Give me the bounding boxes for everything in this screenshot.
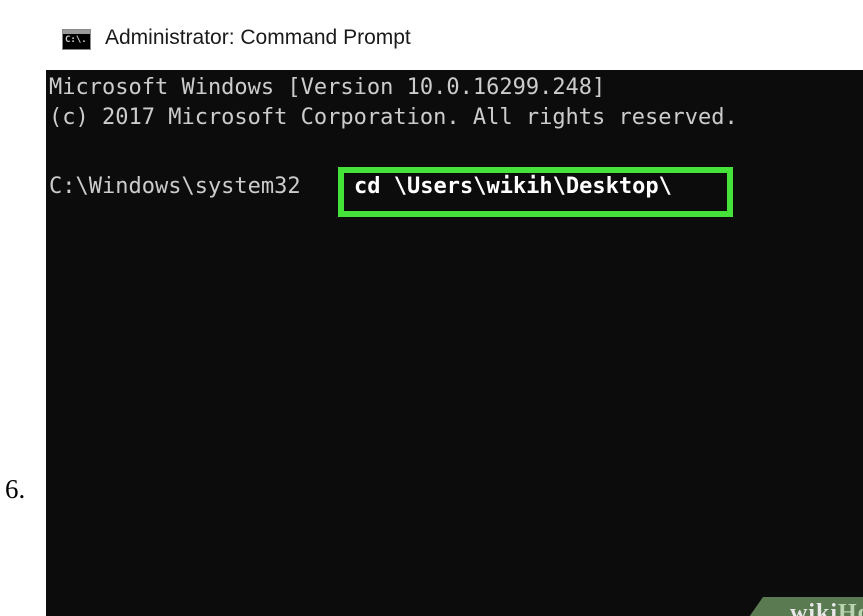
window-title: Administrator: Command Prompt: [105, 26, 411, 49]
typed-command[interactable]: cd \Users\wikih\Desktop\: [354, 172, 672, 202]
wikihow-watermark: wikiHow: [790, 600, 863, 616]
console-prompt: C:\Windows\system32: [49, 174, 301, 199]
command-prompt-icon: C:\.: [62, 29, 91, 50]
title-bar[interactable]: C:\. Administrator: Command Prompt: [46, 14, 863, 71]
console-line-copyright: (c) 2017 Microsoft Corporation. All righ…: [49, 105, 738, 130]
console-line-version: Microsoft Windows [Version 10.0.16299.24…: [49, 75, 606, 100]
console-output[interactable]: Microsoft Windows [Version 10.0.16299.24…: [46, 70, 863, 616]
command-prompt-window: C:\. Administrator: Command Prompt Micro…: [46, 14, 863, 616]
step-number: 6.: [5, 474, 26, 504]
